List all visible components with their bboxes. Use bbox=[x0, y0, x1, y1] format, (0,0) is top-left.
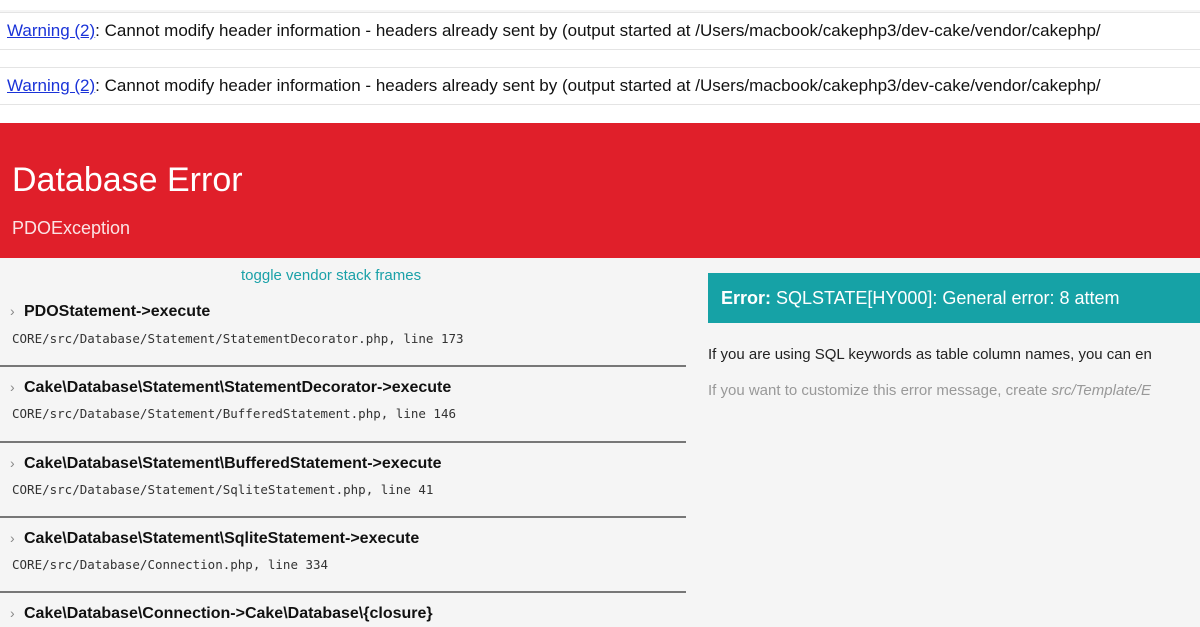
warning-row-1: Warning (2): Cannot modify header inform… bbox=[0, 12, 1200, 50]
error-label: Error: bbox=[721, 288, 772, 308]
warning-gap bbox=[0, 50, 1200, 68]
error-message: SQLSTATE[HY000]: General error: 8 attem bbox=[771, 288, 1120, 308]
exception-type: PDOException bbox=[12, 218, 131, 238]
stack-frame-title[interactable]: › Cake\Database\Statement\BufferedStateme… bbox=[10, 455, 441, 473]
template-path: src/Template/E bbox=[1051, 382, 1151, 399]
toggle-vendor-frames-link[interactable]: toggle vendor stack frames bbox=[241, 267, 421, 284]
chevron-right-icon: › bbox=[10, 379, 15, 395]
frame-divider bbox=[0, 365, 686, 367]
chevron-right-icon: › bbox=[10, 605, 15, 621]
warning-gap-top bbox=[0, 0, 1200, 10]
frame-divider bbox=[0, 441, 686, 443]
stack-frame-title[interactable]: › Cake\Database\Statement\StatementDecora… bbox=[10, 379, 451, 397]
warning-row-2: Warning (2): Cannot modify header inform… bbox=[0, 67, 1200, 105]
stack-frame-path: CORE/src/Database/Statement/BufferedStat… bbox=[12, 406, 457, 421]
stack-frame-title[interactable]: › Cake\Database\Statement\SqliteStatement… bbox=[10, 530, 419, 548]
warning-link[interactable]: Warning (2) bbox=[7, 21, 95, 40]
warning-message: : Cannot modify header information - hea… bbox=[95, 21, 1101, 40]
error-message-box: Error: SQLSTATE[HY000]: General error: 8… bbox=[708, 273, 1200, 323]
stack-frame-title[interactable]: › PDOStatement->execute bbox=[10, 303, 210, 321]
chevron-right-icon: › bbox=[10, 303, 15, 319]
frame-divider bbox=[0, 516, 686, 518]
page-title: Database Error bbox=[12, 161, 243, 199]
stack-frame-path: CORE/src/Database/Connection.php, line 3… bbox=[12, 557, 329, 572]
chevron-right-icon: › bbox=[10, 530, 15, 546]
warning-link[interactable]: Warning (2) bbox=[7, 76, 95, 95]
stack-frame-title[interactable]: › Cake\Database\Connection->Cake\Database… bbox=[10, 605, 433, 623]
chevron-right-icon: › bbox=[10, 455, 15, 471]
stack-frame-path: CORE/src/Database/Statement/SqliteStatem… bbox=[12, 482, 434, 497]
warning-message: : Cannot modify header information - hea… bbox=[95, 76, 1101, 95]
sql-keyword-hint: If you are using SQL keywords as table c… bbox=[708, 346, 1152, 363]
frame-divider bbox=[0, 591, 686, 593]
customize-hint: If you want to customize this error mess… bbox=[708, 382, 1151, 399]
warning-gap-bottom bbox=[0, 105, 1200, 123]
stack-frame-path: CORE/src/Database/Statement/StatementDec… bbox=[12, 331, 464, 346]
